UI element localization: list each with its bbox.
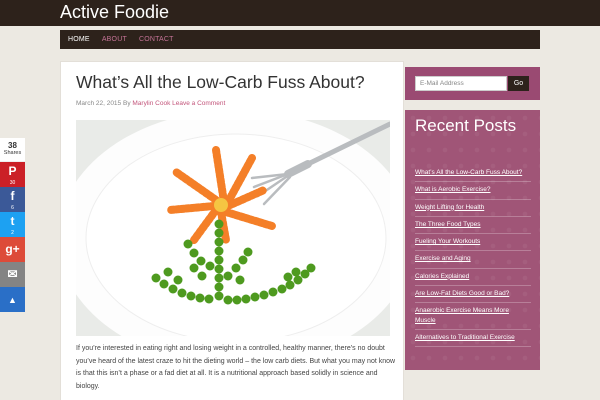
site-header: Active Foodie [0,0,600,26]
recent-post-link[interactable]: Are Low-Fat Diets Good or Bad? [415,286,531,304]
recent-posts-widget: Recent Posts What’s All the Low-Carb Fus… [405,110,540,370]
post-meta: March 22, 2015 By Marylin Cook Leave a C… [76,100,225,107]
google-plus-icon: g+ [5,242,20,256]
main-nav: Home About Contact [60,30,540,49]
nav-contact[interactable]: Contact [139,36,174,43]
pinterest-icon: P [8,164,17,178]
go-button[interactable]: Go [508,76,529,91]
recent-posts-list: What’s All the Low-Carb Fuss About? What… [415,165,531,348]
pinterest-share-button[interactable]: P 30 [0,162,25,187]
plate-image [76,120,390,336]
recent-post-link[interactable]: What is Aerobic Exercise? [415,182,531,200]
share-total-label: Shares [3,150,22,156]
email-subscribe-widget: Go [405,67,540,100]
site-title[interactable]: Active Foodie [60,2,169,23]
sumome-icon: ▲ [8,295,17,305]
facebook-icon: f [10,189,15,203]
post-author-link[interactable]: Marylin Cook [132,100,170,107]
recent-post-link[interactable]: What’s All the Low-Carb Fuss About? [415,165,531,183]
recent-post-link[interactable]: Exercise and Aging [415,251,531,269]
leave-comment-link[interactable]: Leave a Comment [172,100,225,107]
email-share-button[interactable]: ✉ [0,262,25,287]
share-button-count: 2 [11,230,14,236]
sumome-share-button[interactable]: ▲ [0,287,25,312]
google-plus-share-button[interactable]: g+ [0,237,25,262]
recent-post-link[interactable]: Anaerobic Exercise Means More Muscle [415,303,531,330]
share-button-count: 6 [11,205,14,211]
recent-posts-title: Recent Posts [415,116,517,135]
share-button-count: 30 [9,180,16,186]
post-title[interactable]: What’s All the Low-Carb Fuss About? [76,72,365,93]
nav-about[interactable]: About [102,36,127,43]
twitter-icon: t [10,214,15,228]
share-sidebar: 38 Shares P 30 f 6 t 2 g+ ✉ ▲ [0,138,25,312]
recent-post-link[interactable]: The Three Food Types [415,217,531,235]
recent-post-link[interactable]: Alternatives to Traditional Exercise [415,330,531,348]
share-count: 38 Shares [0,138,25,162]
post-excerpt: If you’re interested in eating right and… [76,345,396,390]
recent-post-link[interactable]: Weight Lifting for Health [415,200,531,217]
featured-image [76,120,390,336]
share-total-number: 38 [8,141,17,150]
recent-post-link[interactable]: Calories Explained [415,269,531,287]
twitter-share-button[interactable]: t 2 [0,212,25,237]
facebook-share-button[interactable]: f 6 [0,187,25,212]
recent-post-link[interactable]: Fueling Your Workouts [415,234,531,252]
post-by: By [122,100,131,107]
post-content: What’s All the Low-Carb Fuss About? Marc… [60,61,404,400]
email-field[interactable] [415,76,507,91]
post-date: March 22, 2015 [76,100,122,107]
nav-home[interactable]: Home [68,36,90,43]
email-icon: ✉ [7,267,18,281]
